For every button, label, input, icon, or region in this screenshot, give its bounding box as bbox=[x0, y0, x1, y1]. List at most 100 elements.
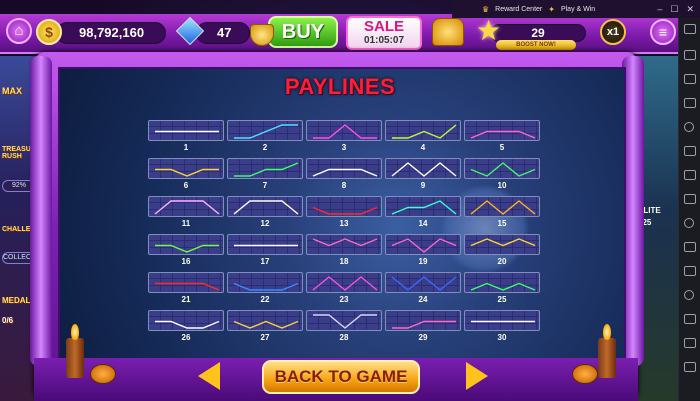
payline-svg bbox=[312, 168, 378, 177]
payline-number: 21 bbox=[181, 295, 191, 304]
screen-icon[interactable] bbox=[684, 50, 696, 60]
payline-item: 21 bbox=[148, 272, 224, 304]
payline-svg bbox=[233, 200, 299, 215]
payline-path bbox=[392, 124, 457, 139]
payline-diagram bbox=[306, 158, 382, 179]
multi-instance-icon[interactable] bbox=[684, 266, 696, 276]
payline-diagram bbox=[227, 120, 303, 141]
home-button[interactable]: ⌂ bbox=[6, 18, 32, 44]
payline-svg bbox=[234, 244, 298, 247]
location-icon[interactable] bbox=[684, 218, 694, 228]
payline-path bbox=[234, 124, 298, 139]
lucky-cat-icon[interactable] bbox=[432, 18, 464, 46]
payline-svg bbox=[312, 238, 378, 247]
lobby-label: MAX bbox=[2, 86, 22, 96]
payline-number: 26 bbox=[181, 333, 191, 342]
payline-number: 11 bbox=[181, 219, 191, 228]
candle-decoration bbox=[66, 338, 84, 378]
payline-item: 28 bbox=[306, 310, 382, 342]
payline-item: 5 bbox=[464, 120, 540, 152]
record-icon[interactable] bbox=[684, 146, 696, 156]
payline-diagram bbox=[227, 196, 303, 217]
level-star-icon: ★ bbox=[476, 15, 502, 46]
payline-item: 25 bbox=[464, 272, 540, 304]
payline-number: 27 bbox=[260, 333, 270, 342]
payline-path bbox=[470, 238, 536, 247]
payline-item: 4 bbox=[385, 120, 461, 152]
payline-item: 6 bbox=[148, 158, 224, 190]
payline-path bbox=[312, 238, 378, 247]
payline-path bbox=[313, 124, 377, 139]
payline-number: 5 bbox=[499, 143, 505, 152]
payline-diagram bbox=[385, 196, 461, 217]
previous-page-arrow[interactable] bbox=[198, 362, 220, 390]
menu-button[interactable]: ≡ bbox=[650, 19, 676, 45]
payline-diagram bbox=[385, 158, 461, 179]
payline-number: 8 bbox=[341, 181, 347, 190]
maximize-button[interactable]: ☐ bbox=[670, 4, 678, 15]
play-win-link[interactable]: Play & Win bbox=[561, 6, 595, 13]
payline-diagram bbox=[227, 234, 303, 255]
payline-svg bbox=[155, 244, 219, 253]
payline-number: 6 bbox=[183, 181, 189, 190]
payline-svg bbox=[470, 162, 536, 177]
payline-item: 15 bbox=[464, 196, 540, 228]
candle-decoration bbox=[598, 338, 616, 378]
payline-number: 7 bbox=[262, 181, 268, 190]
back-to-game-button[interactable]: BACK TO GAME bbox=[262, 360, 420, 394]
payline-number: 20 bbox=[497, 257, 507, 266]
keyboard-icon[interactable] bbox=[684, 24, 696, 34]
payline-path bbox=[313, 314, 377, 329]
payline-diagram bbox=[306, 196, 382, 217]
payline-item: 2 bbox=[227, 120, 303, 152]
payline-svg bbox=[391, 238, 457, 253]
payline-path bbox=[312, 276, 378, 291]
gift-icon: ✦ bbox=[548, 4, 555, 14]
payline-number: 13 bbox=[339, 219, 349, 228]
payline-item: 19 bbox=[385, 234, 461, 266]
sale-button[interactable]: SALE 01:05:07 bbox=[346, 16, 422, 50]
payline-number: 14 bbox=[418, 219, 428, 228]
emulator-sidebar bbox=[678, 0, 700, 401]
payline-path bbox=[155, 320, 220, 329]
back-icon[interactable] bbox=[684, 314, 696, 324]
payline-svg bbox=[155, 130, 219, 133]
payline-number: 1 bbox=[183, 143, 189, 152]
payline-item: 8 bbox=[306, 158, 382, 190]
buy-button[interactable]: BUY bbox=[268, 16, 338, 48]
payline-diagram bbox=[148, 234, 224, 255]
settings-icon[interactable] bbox=[684, 290, 694, 300]
home-icon[interactable] bbox=[684, 338, 696, 348]
folder-icon[interactable] bbox=[684, 98, 696, 108]
payline-path bbox=[234, 162, 299, 177]
reward-center-link[interactable]: Reward Center bbox=[495, 6, 542, 13]
close-button[interactable]: ✕ bbox=[686, 4, 694, 15]
flame-decoration bbox=[603, 324, 611, 340]
camera-icon[interactable] bbox=[684, 122, 694, 132]
next-page-arrow[interactable] bbox=[466, 362, 488, 390]
recent-apps-icon[interactable] bbox=[684, 362, 696, 372]
payline-path bbox=[312, 206, 378, 215]
payline-number: 24 bbox=[418, 295, 428, 304]
payline-diagram bbox=[148, 196, 224, 217]
payline-diagram bbox=[464, 234, 540, 255]
payline-item: 27 bbox=[227, 310, 303, 342]
payline-diagram bbox=[385, 272, 461, 293]
apk-icon[interactable] bbox=[684, 74, 696, 84]
rotate-icon[interactable] bbox=[684, 194, 696, 204]
payline-item: 30 bbox=[464, 310, 540, 342]
macro-icon[interactable] bbox=[684, 242, 696, 252]
payline-item: 7 bbox=[227, 158, 303, 190]
boost-now-button[interactable]: BOOST NOW! bbox=[496, 40, 576, 50]
payline-svg bbox=[234, 162, 299, 177]
shake-icon[interactable] bbox=[684, 170, 696, 180]
multiplier-badge[interactable]: x1 bbox=[600, 19, 626, 45]
payline-number: 25 bbox=[497, 295, 507, 304]
payline-number: 29 bbox=[418, 333, 428, 342]
payline-diagram bbox=[464, 310, 540, 331]
flame-decoration bbox=[71, 324, 79, 340]
payline-item: 12 bbox=[227, 196, 303, 228]
minimize-button[interactable]: – bbox=[657, 4, 662, 15]
payline-item: 14 bbox=[385, 196, 461, 228]
payline-number: 19 bbox=[418, 257, 428, 266]
